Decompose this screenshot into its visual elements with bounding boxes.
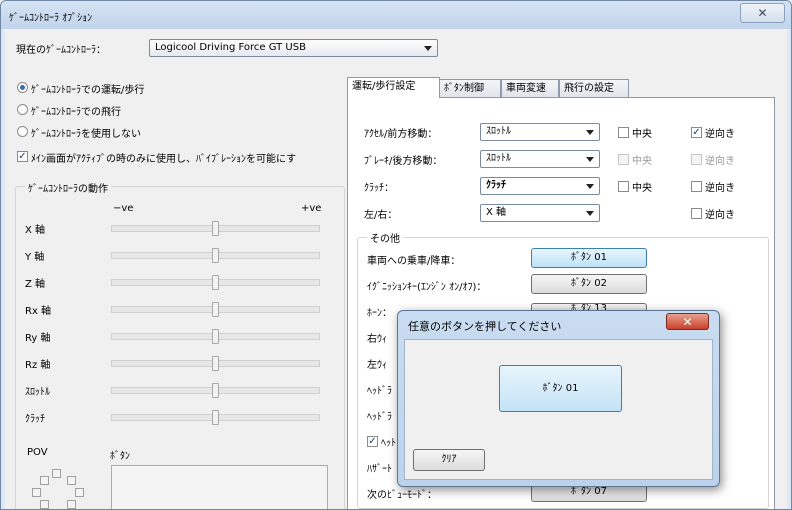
other-row-label: ﾎｰﾝ： xyxy=(367,308,392,319)
close-icon: ✕ xyxy=(682,315,693,329)
mode-radio-none[interactable] xyxy=(17,126,28,137)
reverse-label: 逆向き xyxy=(705,156,735,167)
other-row-label: 左ｳｨ xyxy=(367,360,387,371)
dialog-body: ﾎﾞﾀﾝ 01 ｸﾘｱ xyxy=(404,339,713,480)
mapping-label: ﾌﾞﾚｰｷ/後方移動： xyxy=(364,156,443,167)
mapping-label: ｸﾗｯﾁ： xyxy=(364,183,394,194)
reverse-label: 逆向き xyxy=(705,210,735,221)
axes-group-title: ｹﾞｰﾑｺﾝﾄﾛｰﾗの動作 xyxy=(25,180,111,195)
pov-cell xyxy=(75,488,84,497)
axis-slider-thumb[interactable] xyxy=(212,302,219,317)
axis-negative-label: −ve xyxy=(113,203,134,214)
pov-cell xyxy=(32,488,41,497)
axis-slider-thumb[interactable] xyxy=(212,410,219,425)
mapping-select[interactable]: X 軸 xyxy=(480,204,600,222)
controller-select-value: Logicool Driving Force GT USB xyxy=(155,42,306,53)
pov-cell xyxy=(40,476,49,485)
reverse-checkbox[interactable]: ✓ xyxy=(691,127,702,138)
mode-label-none: ｹﾞｰﾑｺﾝﾄﾛｰﾗを使用しない xyxy=(31,129,141,140)
pov-cell xyxy=(52,469,61,478)
mode-radio-fly[interactable] xyxy=(17,104,28,115)
pov-cell xyxy=(67,476,76,485)
dialog-close-button[interactable]: ✕ xyxy=(666,313,709,330)
axis-label: Z 軸 xyxy=(25,279,46,290)
axis-slider-thumb[interactable] xyxy=(212,356,219,371)
title-bar: ｹﾞｰﾑｺﾝﾄﾛｰﾗ ｵﾌﾟｼｮﾝ ✕ xyxy=(1,1,791,29)
mapping-select[interactable]: ｽﾛｯﾄﾙ xyxy=(480,123,600,141)
mode-label-fly: ｹﾞｰﾑｺﾝﾄﾛｰﾗでの飛行 xyxy=(31,107,121,118)
chevron-down-icon xyxy=(586,211,594,216)
vibration-label: ﾒｲﾝ画面がｱｸﾃｨﾌﾞの時のみに使用し、ﾊﾞｲﾌﾞﾚｰｼｮﾝを可能にす xyxy=(31,154,297,165)
axis-label: Rx 軸 xyxy=(25,306,52,317)
button-state-panel xyxy=(111,465,328,509)
center-checkbox[interactable] xyxy=(618,181,629,192)
vibration-checkbox[interactable]: ✓ xyxy=(17,151,28,162)
pov-cell xyxy=(40,500,49,509)
axis-slider-thumb[interactable] xyxy=(212,383,219,398)
chevron-down-icon xyxy=(586,130,594,135)
other-row-label: ﾍｯﾄﾞﾗ xyxy=(367,412,392,423)
axis-slider-thumb[interactable] xyxy=(212,248,219,263)
pov-label: POV xyxy=(27,447,48,458)
options-window: ｹﾞｰﾑｺﾝﾄﾛｰﾗ ｵﾌﾟｼｮﾝ ✕ 現在のｹﾞｰﾑｺﾝﾄﾛｰﾗ： Logic… xyxy=(0,0,792,510)
axis-slider-thumb[interactable] xyxy=(212,221,219,236)
mode-label-drive: ｹﾞｰﾑｺﾝﾄﾛｰﾗでの運転/歩行 xyxy=(31,85,145,96)
other-row-label: ﾍｯﾄ xyxy=(381,438,396,449)
axis-label: Rz 軸 xyxy=(25,360,51,371)
axis-positive-label: +ve xyxy=(301,203,322,214)
controller-select[interactable]: Logicool Driving Force GT USB xyxy=(149,39,438,57)
reverse-checkbox[interactable] xyxy=(691,208,702,219)
tab-3[interactable]: 飛行の設定 xyxy=(559,79,629,98)
tab-0[interactable]: 運転/歩行設定 xyxy=(347,77,440,98)
chevron-down-icon xyxy=(586,157,594,162)
axis-label: ｸﾗｯﾁ xyxy=(25,414,45,425)
tab-1[interactable]: ﾎﾞﾀﾝ制御 xyxy=(439,79,501,98)
center-label: 中央 xyxy=(632,183,652,194)
buttons-label: ﾎﾞﾀﾝ xyxy=(110,451,130,462)
window-close-button[interactable]: ✕ xyxy=(740,3,785,23)
close-icon: ✕ xyxy=(757,6,768,20)
axis-slider-thumb[interactable] xyxy=(212,329,219,344)
other-group-title: その他 xyxy=(367,230,403,245)
center-label: 中央 xyxy=(632,129,652,140)
center-checkbox[interactable] xyxy=(618,127,629,138)
press-button-dialog: 任意のボタンを押してください ✕ ﾎﾞﾀﾝ 01 ｸﾘｱ xyxy=(397,310,720,487)
center-label: 中央 xyxy=(632,156,652,167)
mode-radio-drive[interactable] xyxy=(17,82,28,93)
mapping-select[interactable]: ｸﾗｯﾁ xyxy=(480,177,600,195)
other-row-label: 右ｳｨ xyxy=(367,334,387,345)
controller-label: 現在のｹﾞｰﾑｺﾝﾄﾛｰﾗ： xyxy=(16,45,106,56)
clear-button[interactable]: ｸﾘｱ xyxy=(413,449,485,471)
headlight-checkbox[interactable]: ✓ xyxy=(367,436,378,447)
mapping-select[interactable]: ｽﾛｯﾄﾙ xyxy=(480,150,600,168)
other-row-label: ﾊｻﾞｰﾄ xyxy=(367,464,392,475)
reverse-label: 逆向き xyxy=(705,183,735,194)
axis-label: Ry 軸 xyxy=(25,333,51,344)
mapping-label: 左/右： xyxy=(364,210,398,221)
axes-group xyxy=(15,186,345,509)
other-row-label: ﾍｯﾄﾞﾗ xyxy=(367,386,392,397)
chevron-down-icon xyxy=(424,46,432,51)
assign-button[interactable]: ﾎﾞﾀﾝ 02 xyxy=(531,274,647,294)
assign-button[interactable]: ﾎﾞﾀﾝ 01 xyxy=(531,248,647,268)
chevron-down-icon xyxy=(586,184,594,189)
dialog-title: 任意のボタンを押してください xyxy=(408,320,562,333)
reverse-label: 逆向き xyxy=(705,129,735,140)
mapping-label: ｱｸｾﾙ/前方移動： xyxy=(364,129,438,140)
reverse-checkbox[interactable] xyxy=(691,181,702,192)
axis-label: ｽﾛｯﾄﾙ xyxy=(25,387,50,398)
axis-slider-thumb[interactable] xyxy=(212,275,219,290)
captured-button-display[interactable]: ﾎﾞﾀﾝ 01 xyxy=(499,365,622,412)
other-row-label: 次のﾋﾞｭｰﾓｰﾄﾞ： xyxy=(367,490,437,501)
axis-label: Y 軸 xyxy=(25,252,45,263)
other-row-label: ｲｸﾞﾆｯｼｮﾝｷｰ(ｴﾝｼﾞﾝ ｵﾝ/ｵﾌ)： xyxy=(367,282,487,293)
window-title: ｹﾞｰﾑｺﾝﾄﾛｰﾗ ｵﾌﾟｼｮﾝ xyxy=(9,13,93,24)
tab-2[interactable]: 車両変速 xyxy=(501,79,559,98)
other-row-label: 車両への乗車/降車： xyxy=(367,256,461,267)
pov-cell xyxy=(67,500,76,509)
reverse-checkbox[interactable] xyxy=(691,154,702,165)
center-checkbox[interactable] xyxy=(618,154,629,165)
axis-label: X 軸 xyxy=(25,225,46,236)
